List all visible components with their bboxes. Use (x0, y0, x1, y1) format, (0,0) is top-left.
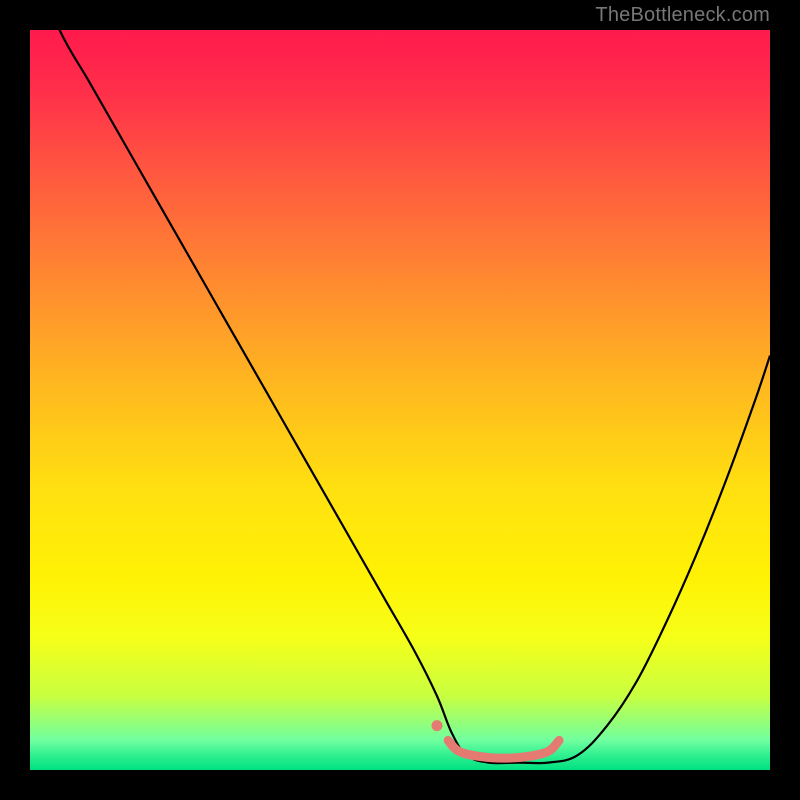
chart-dot (432, 720, 443, 731)
chart-curve (30, 30, 770, 763)
plot-area (30, 30, 770, 770)
chart-flat-marker (448, 740, 559, 758)
watermark-label: TheBottleneck.com (595, 4, 770, 27)
curve-svg (30, 30, 770, 770)
chart-frame: TheBottleneck.com (0, 0, 800, 800)
